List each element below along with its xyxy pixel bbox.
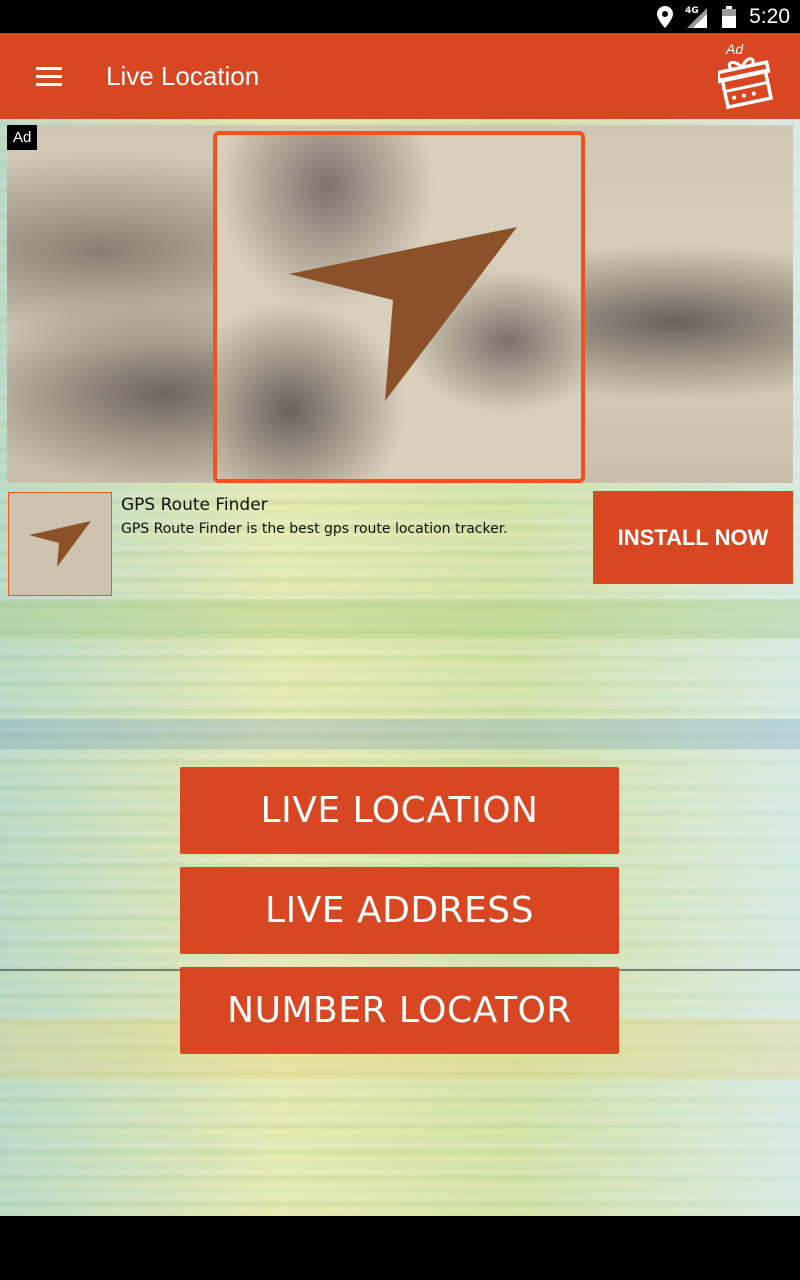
ad-app-description: GPS Route Finder is the best gps route l… [121,521,508,537]
app-bar: Live Location Ad [0,33,800,119]
hamburger-icon-line [36,82,62,86]
install-now-button[interactable]: INSTALL NOW [593,491,793,584]
main-content: Ad GPS Route Finder GPS Route Finder is … [0,119,800,1216]
number-locator-button[interactable]: NUMBER LOCATOR [180,967,619,1054]
navigation-arrow-icon [289,227,517,401]
status-time: 5:20 [749,4,790,28]
ad-tag: Ad [7,125,38,150]
ad-image-frame[interactable] [213,131,585,483]
network-type-label: 4G [685,5,699,16]
location-pin-icon [655,5,675,28]
ad-banner[interactable]: Ad [7,125,793,483]
page-title: Live Location [106,60,260,91]
menu-button[interactable] [22,49,76,103]
map-background-band [0,599,800,639]
signal-icon: 4G [685,6,709,28]
map-background-band [0,719,800,749]
hamburger-icon-line [36,74,62,78]
navigation-arrow-icon [29,521,91,567]
battery-icon [719,5,739,28]
ad-info-row: GPS Route Finder GPS Route Finder is the… [0,491,800,597]
status-bar: 4G 5:20 [0,0,800,33]
gift-ad-button[interactable]: Ad [718,41,774,111]
live-location-button[interactable]: LIVE LOCATION [180,767,619,854]
navigation-bar [0,1216,800,1280]
ad-app-name: GPS Route Finder [121,495,268,515]
gift-icon [718,57,774,110]
live-address-button[interactable]: LIVE ADDRESS [180,867,619,954]
ad-app-thumbnail[interactable] [8,492,112,596]
hamburger-icon-line [36,66,62,70]
